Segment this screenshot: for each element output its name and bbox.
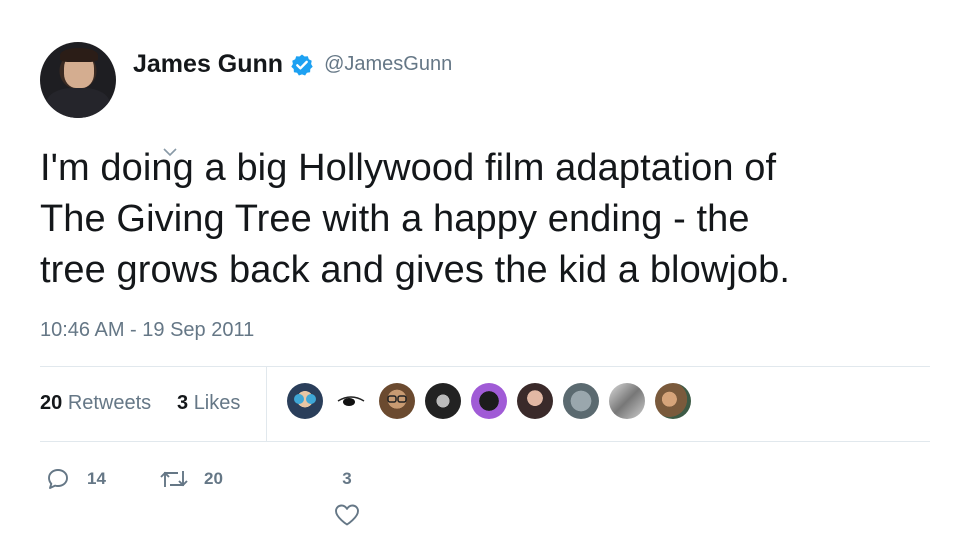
liker-avatar[interactable] xyxy=(609,383,645,419)
likes-label: Likes xyxy=(193,392,241,414)
tweet-text: I'm doing a big Hollywood film adaptatio… xyxy=(40,143,940,296)
user-handle[interactable]: @JamesGunn xyxy=(324,53,452,76)
liker-avatar[interactable] xyxy=(517,383,553,419)
retweet-icon xyxy=(160,471,188,487)
liker-avatar[interactable] xyxy=(471,383,507,419)
retweets-stat[interactable]: 20 Retweets xyxy=(40,392,151,415)
avatar-jacket xyxy=(46,88,110,118)
heart-icon xyxy=(335,504,359,526)
likes-count: 3 xyxy=(177,392,189,414)
tweet-timestamp[interactable]: 10:46 AM - 19 Sep 2011 xyxy=(40,319,254,342)
tweet-actions: 14 20 3 xyxy=(40,460,930,530)
tweet-line: I'm doing a big Hollywood film adaptatio… xyxy=(40,147,777,189)
profile-avatar[interactable] xyxy=(40,42,116,118)
like-button[interactable]: 3 xyxy=(334,467,360,527)
liker-avatar[interactable] xyxy=(287,383,323,419)
verified-badge-icon xyxy=(290,53,314,77)
reply-button[interactable]: 14 xyxy=(46,467,106,491)
name-row: James Gunn @JamesGunn xyxy=(133,50,452,79)
divider xyxy=(40,441,930,442)
tweet-stats: 20 Retweets 3 Likes xyxy=(40,367,930,441)
liker-avatar[interactable] xyxy=(425,383,461,419)
likes-stat[interactable]: 3 Likes xyxy=(177,392,240,415)
liker-avatar[interactable] xyxy=(655,383,691,419)
retweet-count: 20 xyxy=(204,469,223,488)
avatar-hair xyxy=(60,48,98,62)
retweets-label: Retweets xyxy=(67,392,152,414)
tweet-line: The Giving Tree with a happy ending - th… xyxy=(40,198,750,240)
reply-icon xyxy=(48,469,68,489)
retweets-count: 20 xyxy=(40,392,63,414)
liker-avatar[interactable] xyxy=(333,383,369,419)
reply-count: 14 xyxy=(87,469,106,488)
stats-separator xyxy=(266,367,267,441)
display-name[interactable]: James Gunn xyxy=(133,50,283,79)
like-count: 3 xyxy=(342,469,352,488)
tweet-line: tree grows back and gives the kid a blow… xyxy=(40,249,791,291)
liker-avatar[interactable] xyxy=(563,383,599,419)
retweet-button[interactable]: 20 xyxy=(159,467,223,491)
tweet-header: James Gunn @JamesGunn xyxy=(40,42,940,120)
liker-avatar[interactable] xyxy=(379,383,415,419)
